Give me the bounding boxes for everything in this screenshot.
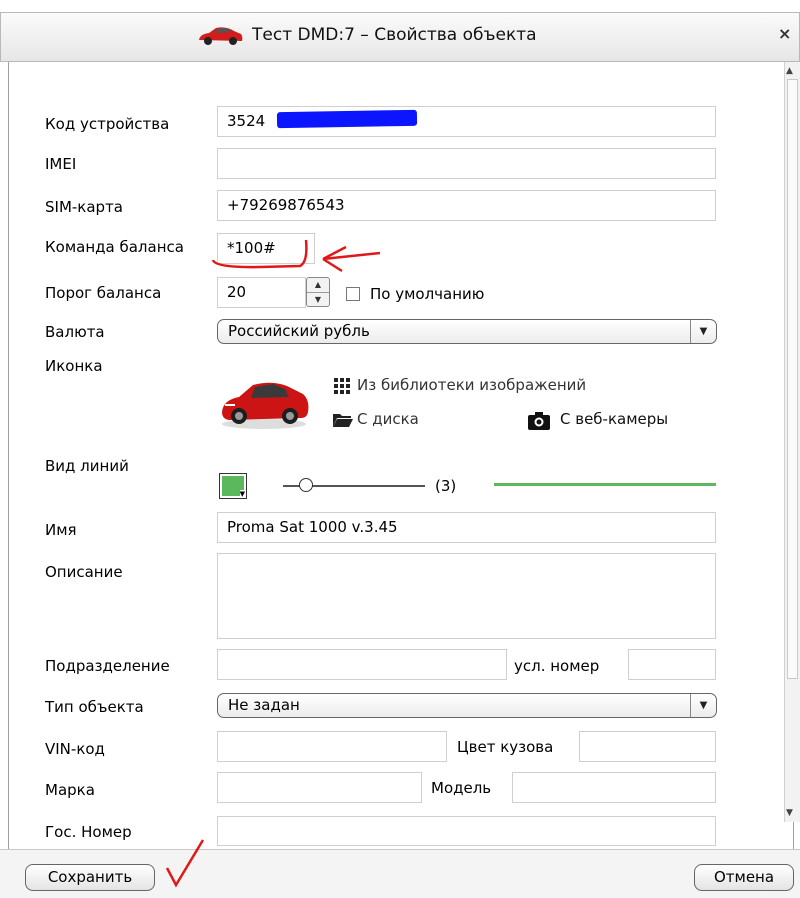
underline-annotation <box>211 239 308 269</box>
annotation-marks <box>165 239 381 888</box>
checkmark-annotation <box>165 839 205 888</box>
arrow-annotation <box>322 245 381 273</box>
